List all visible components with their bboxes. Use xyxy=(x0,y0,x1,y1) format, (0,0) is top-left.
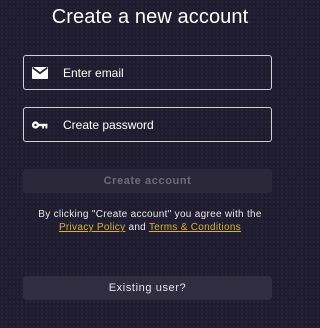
privacy-policy-link[interactable]: Privacy Policy xyxy=(59,222,125,233)
terms-conditions-link[interactable]: Terms & Conditions xyxy=(149,222,241,233)
envelope-icon xyxy=(31,66,48,80)
page-title: Create a new account xyxy=(51,6,249,28)
create-account-button[interactable]: Create account xyxy=(23,169,272,193)
terms-text: By clicking "Create account" you agree w… xyxy=(38,209,262,220)
email-field[interactable] xyxy=(23,55,272,90)
password-field[interactable] xyxy=(23,107,272,142)
existing-user-button[interactable]: Existing user? xyxy=(23,276,272,300)
terms-notice: By clicking "Create account" you agree w… xyxy=(0,208,300,234)
key-icon xyxy=(31,118,48,132)
password-input[interactable] xyxy=(63,117,253,132)
email-input[interactable] xyxy=(63,65,253,80)
terms-and-text: and xyxy=(125,222,149,233)
